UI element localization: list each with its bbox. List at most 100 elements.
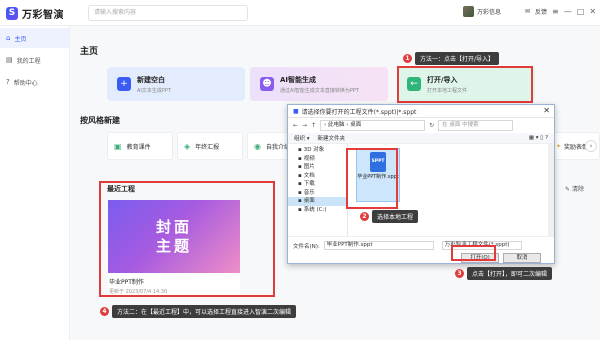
new-folder-button[interactable]: 新建文件夹	[318, 134, 346, 142]
folder-tree: ▪ 3D 对象 ▪ 视频 ▪ 图片 ▪ 文档 ▪ 下载 ▪ 音乐 ▪ 桌面 ▪ 系统 (C:)	[288, 144, 348, 236]
user-menu[interactable]: 万彩信息	[463, 6, 501, 17]
download-icon: ▪	[298, 181, 302, 187]
dialog-search-input[interactable]: 在 桌面 中搜索	[438, 120, 514, 131]
tree-label: 3D 对象	[303, 147, 325, 153]
tree-item-music[interactable]: ▪ 音乐	[288, 189, 347, 198]
callout-text: 选择本地工程	[372, 210, 419, 223]
style-item-annual-report[interactable]: ◈ 年终汇报	[177, 132, 243, 160]
card-title: 新建空白	[137, 75, 165, 84]
next-arrow-icon[interactable]: ›	[585, 140, 597, 152]
cancel-button[interactable]: 取消	[503, 253, 541, 263]
tree-item-documents[interactable]: ▪ 文档	[288, 172, 347, 181]
top-bar: S 万彩智演 请输入搜索内容 万彩信息 ✉ 反馈 ≡ — □ ✕	[0, 0, 600, 26]
tree-item-desktop[interactable]: ▪ 桌面	[288, 197, 347, 206]
callout-2: 2 选择本地工程	[360, 210, 419, 223]
step-badge: 4	[100, 307, 109, 316]
back-icon[interactable]: ←	[293, 122, 298, 129]
clear-button[interactable]: ✎ 清除	[565, 184, 584, 193]
open-file-dialog: ■ 请选择你要打开的工程文件(*.sppt)|*.sppt ✕ ← → ↑ › …	[287, 104, 555, 264]
feedback-icon[interactable]: ✉	[525, 8, 530, 15]
minimize-icon[interactable]: —	[564, 7, 572, 16]
callout-text: 方法一：点击【打开/导入】	[415, 52, 500, 65]
tree-item-pictures[interactable]: ▪ 图片	[288, 163, 347, 172]
tree-label: 视频	[303, 155, 315, 162]
callout-4: 4 方法二：在【最近工程】中，可以选择工程直接进入智演二次编辑	[100, 305, 297, 318]
forward-icon[interactable]: →	[302, 122, 307, 129]
highlight-open-button	[451, 245, 496, 261]
search-input[interactable]: 请输入搜索内容	[88, 5, 248, 21]
step-badge: 3	[455, 269, 464, 278]
card-subtitle: 通过AI智能生成文本直接转换为PPT	[280, 87, 359, 94]
close-icon[interactable]: ✕	[543, 106, 550, 115]
step-badge: 1	[403, 54, 412, 63]
scrollbar[interactable]	[548, 144, 554, 236]
picture-icon: ▪	[298, 164, 302, 170]
tree-label: 系统 (C:)	[303, 206, 327, 213]
award-icon: ✦	[556, 142, 562, 150]
app-small-icon: ■	[293, 107, 299, 115]
callout-1: 1 方法一：点击【打开/导入】	[403, 52, 500, 65]
tree-label: 文档	[303, 172, 315, 179]
style-list: ▣ 教育课件 ◈ 年终汇报 ◉ 自我介绍	[107, 132, 313, 160]
app-logo: S 万彩智演	[6, 6, 64, 21]
callout-3: 3 点击【打开】，即可二次编辑	[455, 267, 553, 280]
sidebar-item-label: 主页	[14, 35, 27, 43]
dialog-title-bar: ■ 请选择你要打开的工程文件(*.sppt)|*.sppt ✕	[288, 105, 554, 118]
home-icon: ⌂	[6, 34, 11, 42]
new-blank-card[interactable]: + 新建空白 AI文本生成PPT	[107, 67, 245, 101]
folder-icon: ▪	[298, 147, 302, 153]
person-icon: ◉	[254, 141, 261, 151]
sidebar-item-label: 帮助中心	[13, 79, 38, 87]
brush-icon: ✎	[565, 186, 571, 193]
plus-icon: +	[117, 77, 131, 91]
tree-item-system-c[interactable]: ▪ 系统 (C:)	[288, 206, 347, 215]
tree-label: 桌面	[303, 198, 315, 204]
avatar	[463, 6, 474, 17]
step-badge: 2	[360, 212, 369, 221]
dialog-title: 请选择你要打开的工程文件(*.sppt)|*.sppt	[301, 108, 417, 116]
projects-icon: ▤	[6, 56, 13, 64]
drive-icon: ▪	[298, 206, 302, 213]
card-subtitle: AI文本生成PPT	[137, 87, 171, 94]
tree-item-video[interactable]: ▪ 视频	[288, 155, 347, 164]
sidebar-item-label: 我的工程	[16, 57, 41, 65]
window-controls: ✉ 反馈 ≡ — □ ✕	[525, 7, 596, 16]
dialog-body: ▪ 3D 对象 ▪ 视频 ▪ 图片 ▪ 文档 ▪ 下载 ▪ 音乐 ▪ 桌面 ▪ 系统 (C:) …	[288, 144, 554, 236]
maximize-icon[interactable]: □	[577, 7, 585, 16]
education-icon: ▣	[114, 141, 122, 151]
view-options-icon[interactable]: ▦ ▾ ▯ ?	[529, 135, 548, 141]
style-label: 年终汇报	[195, 143, 220, 151]
page-title: 主页	[80, 47, 99, 57]
music-icon: ▪	[298, 189, 302, 196]
dialog-toolbar: 组织 ▾ 新建文件夹 ▦ ▾ ▯ ?	[288, 133, 554, 144]
sidebar-item-home[interactable]: ⌂ 主页	[0, 28, 69, 48]
tree-item-3d[interactable]: ▪ 3D 对象	[288, 146, 347, 155]
filename-input[interactable]: 毕业PPT制作.sppt	[323, 241, 434, 250]
filename-label: 文件名(N):	[293, 243, 320, 250]
tree-item-downloads[interactable]: ▪ 下载	[288, 180, 347, 189]
document-icon: ▪	[298, 172, 302, 179]
style-item-education[interactable]: ▣ 教育课件	[107, 132, 173, 160]
card-title: AI智能生成	[280, 75, 317, 84]
sidebar-item-help[interactable]: ? 帮助中心	[0, 72, 69, 92]
robot-icon: ☻	[260, 77, 274, 91]
dialog-nav: ← → ↑ › 此电脑 › 桌面 ↻ 在 桌面 中搜索	[288, 118, 554, 133]
app-name: 万彩智演	[22, 10, 64, 21]
logo-icon: S	[6, 7, 18, 20]
user-name: 万彩信息	[477, 9, 502, 16]
ai-generate-card[interactable]: ☻ AI智能生成通过AI智能生成文本直接转换为PPT	[250, 67, 388, 101]
sidebar-item-my-projects[interactable]: ▤ 我的工程	[0, 50, 69, 70]
address-bar[interactable]: › 此电脑 › 桌面	[320, 120, 426, 131]
help-icon: ?	[6, 78, 10, 86]
organize-button[interactable]: 组织 ▾	[294, 134, 310, 142]
menu-icon[interactable]: ≡	[552, 7, 559, 16]
feedback-button[interactable]: 反馈	[535, 7, 547, 16]
video-icon: ▪	[298, 155, 302, 162]
tree-label: 下载	[303, 181, 315, 187]
desktop-icon: ▪	[298, 198, 302, 204]
up-icon[interactable]: ↑	[311, 122, 316, 129]
close-icon[interactable]: ✕	[589, 7, 596, 16]
highlight-open-import	[397, 66, 533, 103]
refresh-icon[interactable]: ↻	[429, 122, 434, 129]
callout-text: 点击【打开】，即可二次编辑	[467, 267, 553, 280]
